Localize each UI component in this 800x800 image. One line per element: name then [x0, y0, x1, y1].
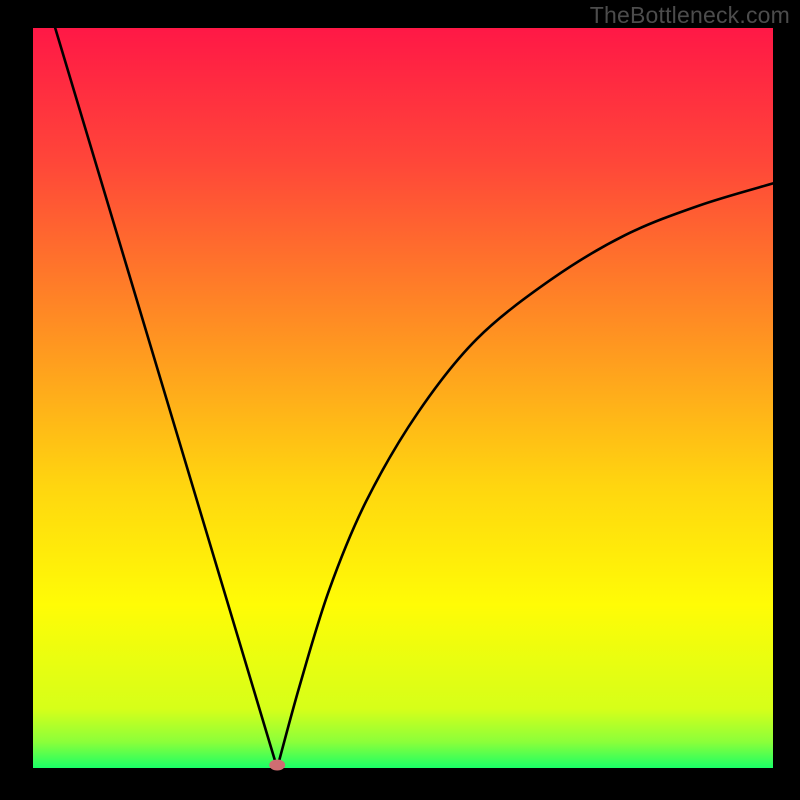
watermark-text: TheBottleneck.com: [590, 2, 790, 29]
plot-background: [33, 28, 773, 768]
minimum-dot: [269, 760, 285, 771]
bottleneck-chart: [0, 0, 800, 800]
chart-frame: TheBottleneck.com: [0, 0, 800, 800]
